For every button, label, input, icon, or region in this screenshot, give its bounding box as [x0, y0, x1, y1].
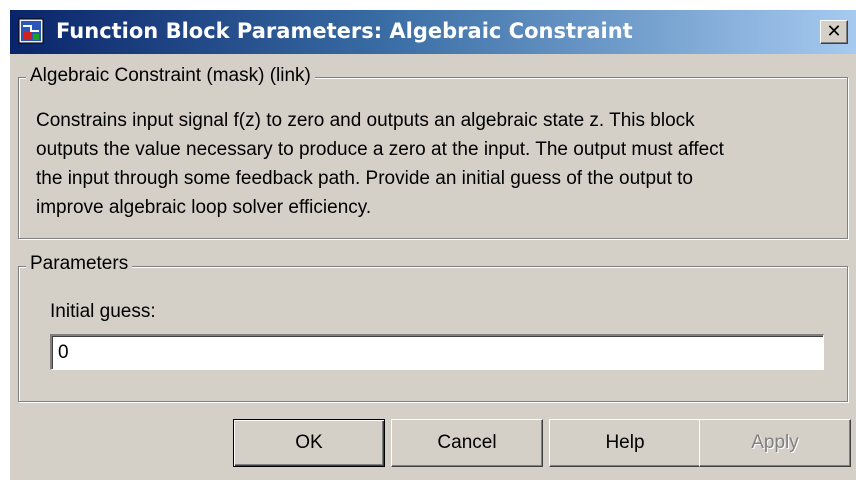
initial-guess-label: Initial guess:	[50, 301, 156, 322]
cancel-button[interactable]: Cancel	[391, 419, 543, 467]
parameters-group-legend: Parameters	[26, 253, 133, 275]
title-bar[interactable]: Function Block Parameters: Algebraic Con…	[10, 10, 856, 54]
help-button[interactable]: Help	[549, 419, 701, 467]
simulink-block-icon	[18, 18, 44, 44]
window-title: Function Block Parameters: Algebraic Con…	[56, 19, 633, 43]
description-line: the input through some feedback path. Pr…	[36, 168, 693, 189]
description-line: improve algebraic loop solver efficiency…	[36, 197, 372, 218]
description-line: outputs the value necessary to produce a…	[36, 139, 724, 160]
apply-button: Apply	[699, 419, 851, 467]
description-group-legend: Algebraic Constraint (mask) (link)	[26, 65, 315, 87]
initial-guess-input[interactable]	[50, 334, 824, 370]
dialog-window: Function Block Parameters: Algebraic Con…	[8, 8, 856, 480]
description-line: Constrains input signal f(z) to zero and…	[36, 110, 695, 131]
ok-button[interactable]: OK	[233, 419, 385, 467]
block-description: Constrains input signal f(z) to zero and…	[36, 106, 724, 222]
close-icon: ✕	[826, 21, 842, 42]
close-button[interactable]: ✕	[820, 20, 848, 44]
